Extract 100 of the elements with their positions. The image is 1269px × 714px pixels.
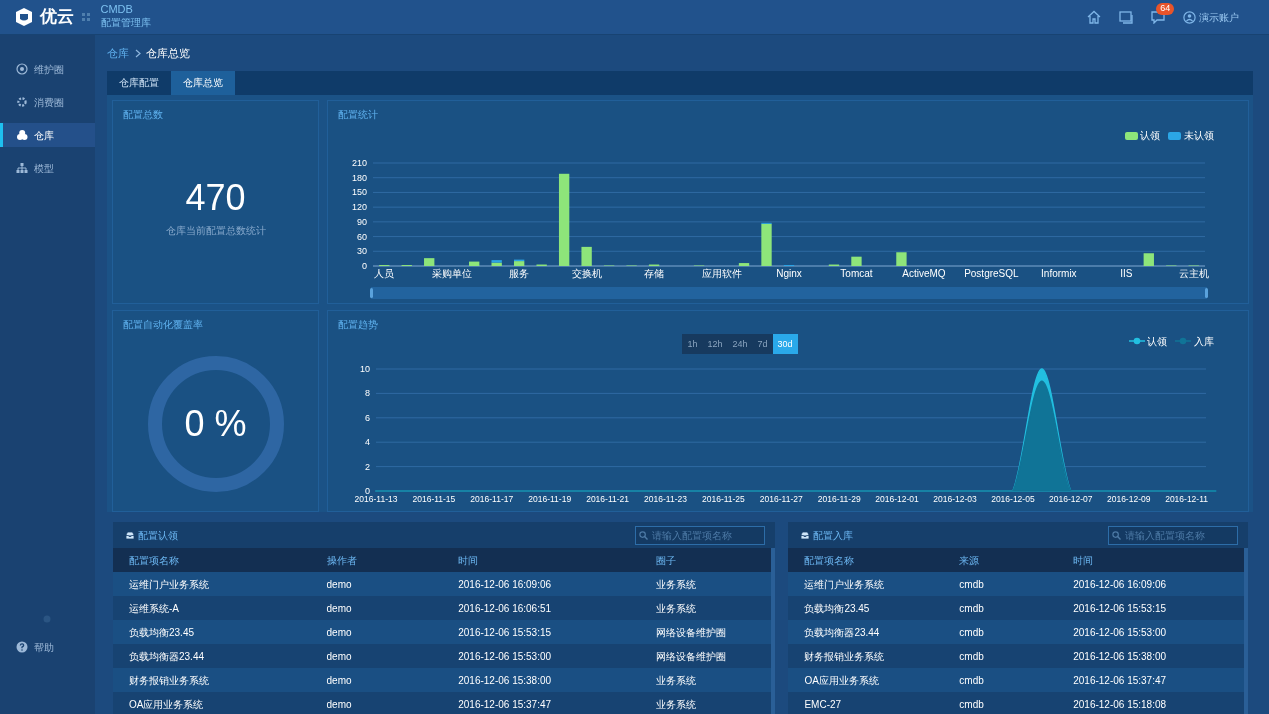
column-header: 配置项名称	[113, 548, 311, 572]
column-header: 时间	[1057, 548, 1245, 572]
grid-icon[interactable]	[81, 13, 90, 21]
axis-label: 8	[365, 388, 370, 399]
axis-label: 2016-11-13	[354, 494, 398, 504]
table-cell: 负载均衡23.45	[788, 596, 944, 620]
bar	[581, 246, 592, 266]
axis-label: 0	[362, 261, 367, 271]
table-cell: cmdb	[943, 644, 1058, 668]
app-title: CMDB	[100, 3, 134, 16]
column-header: 圈子	[639, 548, 772, 572]
sidebar-item[interactable]: 消费圈	[0, 90, 95, 114]
table-cell: 2016-12-06 15:38:00	[1057, 644, 1245, 668]
axis-label: 人员	[374, 268, 395, 279]
table-cell: 运维门户业务系统	[113, 572, 311, 596]
home-icon[interactable]	[1087, 10, 1102, 24]
column-header: 来源	[943, 548, 1058, 572]
message-icon[interactable]	[1151, 11, 1166, 25]
table-cell: 网络设备维护圈	[639, 644, 772, 668]
user-icon[interactable]	[1183, 10, 1197, 24]
inbox-icon	[800, 530, 811, 540]
axis-label: Informix	[1041, 268, 1077, 279]
tab[interactable]: 仓库配置	[107, 71, 171, 95]
axis-label: 210	[351, 158, 367, 168]
axis-label: 180	[351, 172, 367, 183]
axis-label: 2016-12-09	[1106, 494, 1151, 504]
axis-label: 2016-11-19	[528, 494, 572, 504]
sidebar-item[interactable]: 维护圈	[0, 57, 95, 81]
legend-item: 入库	[1175, 333, 1214, 349]
column-header: 配置项名称	[788, 548, 944, 572]
table-cell: EMC-27	[788, 692, 944, 714]
legend-marker-icon	[1175, 337, 1192, 345]
sidebar-item[interactable]: 仓库	[0, 123, 95, 147]
axis-label: 2016-12-11	[1165, 494, 1209, 504]
table-cell: 财务报销业务系统	[113, 668, 311, 692]
axis-label: IIS	[1120, 268, 1133, 279]
axis-label: 60	[357, 231, 367, 242]
breadcrumb-link[interactable]: 仓库	[107, 44, 129, 62]
axis-label: 0	[365, 486, 370, 496]
panel-title: 配置总数	[123, 108, 164, 122]
tab[interactable]: 仓库总览	[171, 71, 235, 95]
legend-item: 未认领	[1168, 128, 1214, 143]
table-cell: demo	[310, 620, 443, 644]
axis-label: 交换机	[571, 268, 602, 279]
cubes-icon	[16, 129, 28, 141]
gear-icon	[16, 96, 28, 108]
inbox-icon	[125, 530, 135, 540]
column-header: 操作者	[310, 548, 443, 572]
table-cell: 2016-12-06 15:53:15	[442, 620, 640, 644]
table-cell: cmdb	[943, 596, 1058, 620]
axis-label: 2016-11-15	[412, 494, 456, 504]
sidebar-item[interactable]: 模型	[0, 156, 95, 180]
bar	[851, 256, 862, 266]
chevron-icon	[134, 48, 141, 58]
panel-title: 配置自动化覆盖率	[123, 318, 204, 332]
table-cell: demo	[310, 596, 443, 620]
table-cell: 2016-12-06 16:06:51	[442, 596, 640, 620]
scrollbar[interactable]	[771, 548, 776, 714]
table-cell: 负载均衡器23.44	[113, 644, 311, 668]
total-count: 470	[185, 180, 246, 216]
axis-label: 2016-12-05	[991, 494, 1035, 504]
table-title: 配置入库	[813, 528, 854, 543]
table-cell: cmdb	[943, 620, 1058, 644]
bar	[896, 252, 907, 266]
bar	[424, 258, 435, 266]
table-cell: 2016-12-06 16:09:06	[442, 572, 640, 596]
legend-item: 认领	[1128, 333, 1168, 349]
axis-label: 120	[351, 202, 367, 213]
axis-label: 2	[365, 461, 370, 472]
user-name[interactable]: 演示账户	[1199, 9, 1239, 25]
search-icon	[639, 530, 649, 540]
table-cell: 2016-12-06 15:18:08	[1057, 692, 1245, 714]
axis-label: 服务	[509, 268, 530, 279]
axis-label: 30	[357, 246, 367, 257]
axis-label: 2016-11-27	[759, 494, 803, 504]
table-cell: 2016-12-06 15:53:00	[1057, 620, 1245, 644]
axis-label: 云主机	[1178, 268, 1209, 279]
table-cell: demo	[310, 572, 443, 596]
legend-marker-icon	[1128, 337, 1145, 345]
table-cell: 负载均衡器23.44	[788, 620, 944, 644]
axis-label: PostgreSQL	[964, 268, 1019, 279]
table-cell: 财务报销业务系统	[788, 644, 944, 668]
table-cell: cmdb	[943, 572, 1058, 596]
hierarchy-icon	[16, 162, 28, 174]
table-cell: OA应用业务系统	[788, 668, 944, 692]
axis-label: 2016-11-17	[470, 494, 514, 504]
logo-icon	[14, 7, 34, 27]
table-cell: demo	[310, 668, 443, 692]
table-cell: 运维门户业务系统	[788, 572, 944, 596]
axis-label: Tomcat	[840, 268, 873, 279]
target-icon	[16, 63, 28, 75]
total-caption: 仓库当前配置总数统计	[165, 224, 266, 236]
table-cell: 业务系统	[639, 668, 772, 692]
bar	[1143, 253, 1154, 266]
search-icon	[1112, 530, 1121, 540]
column-header: 时间	[442, 548, 640, 572]
monitor-icon[interactable]	[1119, 10, 1134, 24]
axis-label: Nginx	[776, 268, 802, 279]
range-slider[interactable]	[370, 287, 1208, 299]
help-link[interactable]: 帮助	[0, 635, 95, 659]
